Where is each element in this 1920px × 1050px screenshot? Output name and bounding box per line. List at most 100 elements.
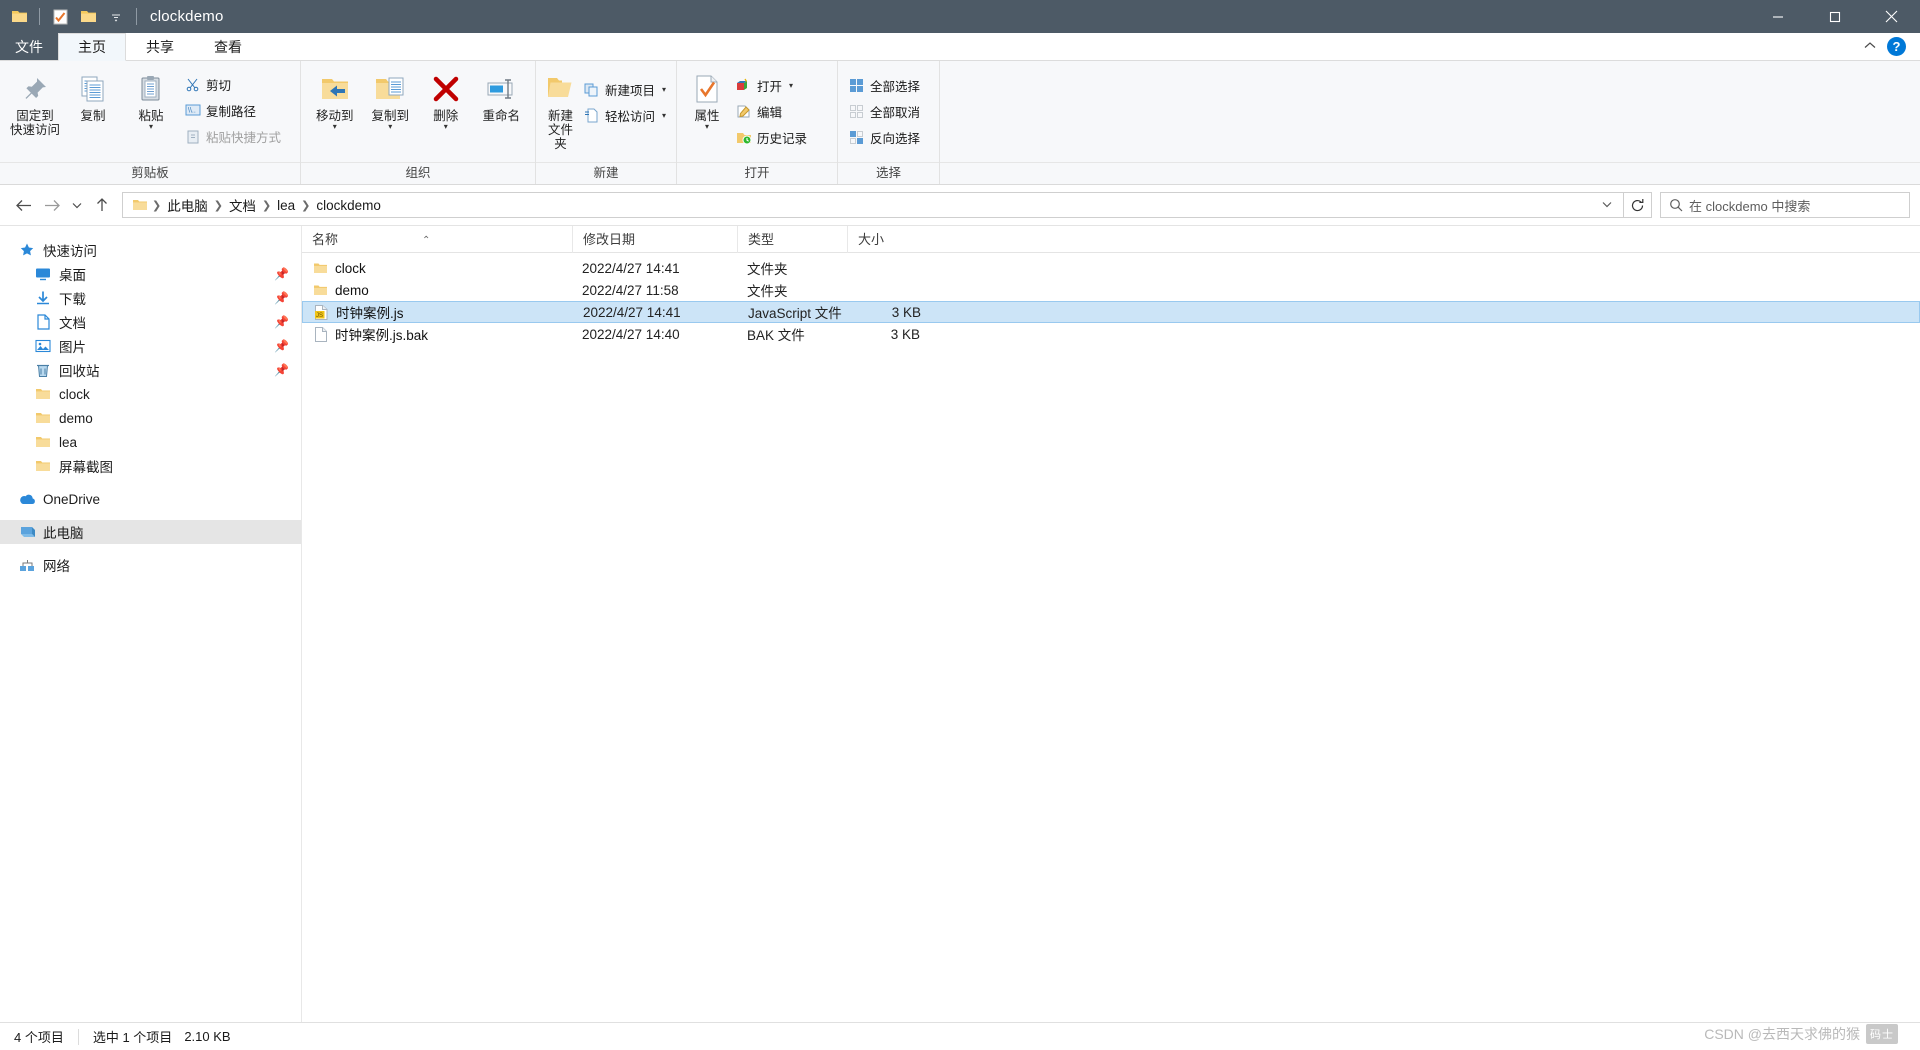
sidebar-item-lea[interactable]: lea [0,430,301,454]
move-to-label: 移动到 [315,109,354,123]
chevron-down-icon[interactable]: ▾ [789,81,793,90]
tab-file[interactable]: 文件 [0,33,58,60]
edit-button[interactable]: 编辑 [731,99,811,123]
minimize-button[interactable] [1749,0,1806,33]
maximize-button[interactable] [1806,0,1863,33]
delete-button[interactable]: 删除 ▾ [418,67,474,131]
history-button[interactable]: 历史记录 [731,125,811,149]
tab-share[interactable]: 共享 [126,33,194,60]
watermark: CSDN @去西天求佛的猴 码士 [1704,1024,1898,1044]
pin-icon[interactable]: 📌 [274,363,289,377]
move-to-button[interactable]: 移动到 ▾ [307,67,363,131]
up-button[interactable] [88,191,116,219]
column-header-type[interactable]: 类型 [737,225,847,253]
file-type-cell: 文件夹 [747,284,788,299]
sidebar-item-downloads[interactable]: 下载 📌 [0,286,301,310]
pin-icon[interactable]: 📌 [274,339,289,353]
chevron-down-icon[interactable]: ▾ [705,123,709,131]
sidebar-item-network[interactable]: 网络 [0,553,301,577]
item-count: 4 个项目 [14,1030,64,1045]
folder-icon [34,409,52,427]
breadcrumb-item-clockdemo[interactable]: clockdemo [311,198,386,213]
paste-button[interactable]: 粘贴 ▾ [122,67,180,131]
copy-to-button[interactable]: 复制到 ▾ [363,67,419,131]
pin-icon[interactable]: 📌 [274,315,289,329]
refresh-button[interactable] [1624,192,1652,218]
select-small-buttons: 全部选择 全部取消 反向选择 [844,67,924,149]
sidebar-item-this-pc[interactable]: 此电脑 [0,520,301,544]
recent-locations-button[interactable] [66,191,88,219]
file-type-cell: JavaScript 文件 [748,306,842,321]
copy-button[interactable]: 复制 [64,67,122,123]
chevron-down-icon[interactable]: ▾ [149,123,153,131]
pin-to-quick-access-button[interactable]: 固定到 快速访问 [6,67,64,137]
sidebar-item-pictures[interactable]: 图片 📌 [0,334,301,358]
new-folder-button[interactable]: 新建 文件夹 [542,67,579,151]
new-folder-icon [545,71,575,107]
table-row[interactable]: 时钟案例.js.bak 2022/4/27 14:40 BAK 文件 3 KB [302,323,1920,345]
column-header-name[interactable]: ⌃ 名称 [302,226,572,253]
sidebar-label: 屏幕截图 [59,460,113,475]
paste-label: 粘贴 [138,109,164,123]
column-header-date[interactable]: 修改日期 [572,225,737,253]
table-row[interactable]: clock 2022/4/27 14:41 文件夹 [302,257,1920,279]
new-folder-icon[interactable] [75,4,101,30]
cut-button[interactable]: 剪切 [180,72,285,96]
rename-button[interactable]: 重命名 [474,67,530,123]
new-item-button[interactable]: 新建项目 ▾ [579,77,670,101]
ribbon: 固定到 快速访问 复制 粘贴 ▾ 剪切 \\.. 复制路径 粘贴快捷方式 剪贴板… [0,61,1920,185]
forward-button[interactable] [38,191,66,219]
help-icon[interactable]: ? [1887,37,1906,56]
search-icon [1669,198,1683,212]
invert-selection-button[interactable]: 反向选择 [844,125,924,149]
folder-icon [34,385,52,403]
sidebar-item-desktop[interactable]: 桌面 📌 [0,262,301,286]
sidebar-item-screenshots[interactable]: 屏幕截图 [0,454,301,478]
select-all-button[interactable]: 全部选择 [844,73,924,97]
sidebar-item-demo[interactable]: demo [0,406,301,430]
chevron-down-icon[interactable]: ▾ [333,123,337,131]
chevron-down-icon[interactable]: ▾ [444,123,448,131]
properties-button[interactable]: 属性 ▾ [683,67,731,131]
svg-text:JS: JS [316,313,323,319]
chevron-down-icon[interactable] [1601,199,1617,212]
chevron-down-icon[interactable]: ▾ [662,85,666,94]
column-header-size[interactable]: 大小 [847,225,932,253]
table-row[interactable]: JS 时钟案例.js 2022/4/27 14:41 JavaScript 文件… [302,301,1920,323]
chevron-down-icon[interactable]: ▾ [388,123,392,131]
breadcrumb-item-this-pc[interactable]: 此电脑 [162,195,213,215]
breadcrumb-item-documents[interactable]: 文档 [224,195,261,215]
chevron-down-icon[interactable]: ▾ [662,111,666,120]
paste-shortcut-button[interactable]: 粘贴快捷方式 [180,124,285,148]
file-name-label: demo [335,282,369,298]
sidebar-item-clock[interactable]: clock [0,382,301,406]
close-button[interactable] [1863,0,1920,33]
properties-icon[interactable] [47,4,73,30]
pin-label-line1: 固定到 [16,109,54,123]
pin-icon[interactable]: 📌 [274,291,289,305]
select-none-button[interactable]: 全部取消 [844,99,924,123]
table-row[interactable]: demo 2022/4/27 11:58 文件夹 [302,279,1920,301]
tab-view[interactable]: 查看 [194,33,262,60]
folder-icon[interactable] [6,4,32,30]
chevron-down-icon[interactable] [103,4,129,30]
sidebar-item-quick-access[interactable]: 快速访问 [0,238,301,262]
search-input[interactable]: 在 clockdemo 中搜索 [1660,192,1910,218]
copy-path-icon: \\.. [184,102,201,119]
folder-icon [34,433,52,451]
chevron-up-icon[interactable] [1863,39,1877,54]
tab-home[interactable]: 主页 [58,33,126,61]
copy-path-button[interactable]: \\.. 复制路径 [180,98,285,122]
easy-access-button[interactable]: 轻松访问 ▾ [579,103,670,127]
breadcrumb[interactable]: ❯ 此电脑 ❯ 文档 ❯ lea ❯ clockdemo [122,192,1624,218]
breadcrumb-separator: ❯ [213,199,223,212]
sidebar-item-documents[interactable]: 文档 📌 [0,310,301,334]
back-button[interactable] [10,191,38,219]
sidebar-item-onedrive[interactable]: OneDrive [0,487,301,511]
open-with-button[interactable]: 打开 ▾ [731,73,811,97]
watermark-badge: 码士 [1866,1024,1898,1044]
breadcrumb-item-lea[interactable]: lea [272,198,300,213]
pin-icon[interactable]: 📌 [274,267,289,281]
file-name-label: clock [335,260,366,276]
sidebar-item-recycle-bin[interactable]: 回收站 📌 [0,358,301,382]
